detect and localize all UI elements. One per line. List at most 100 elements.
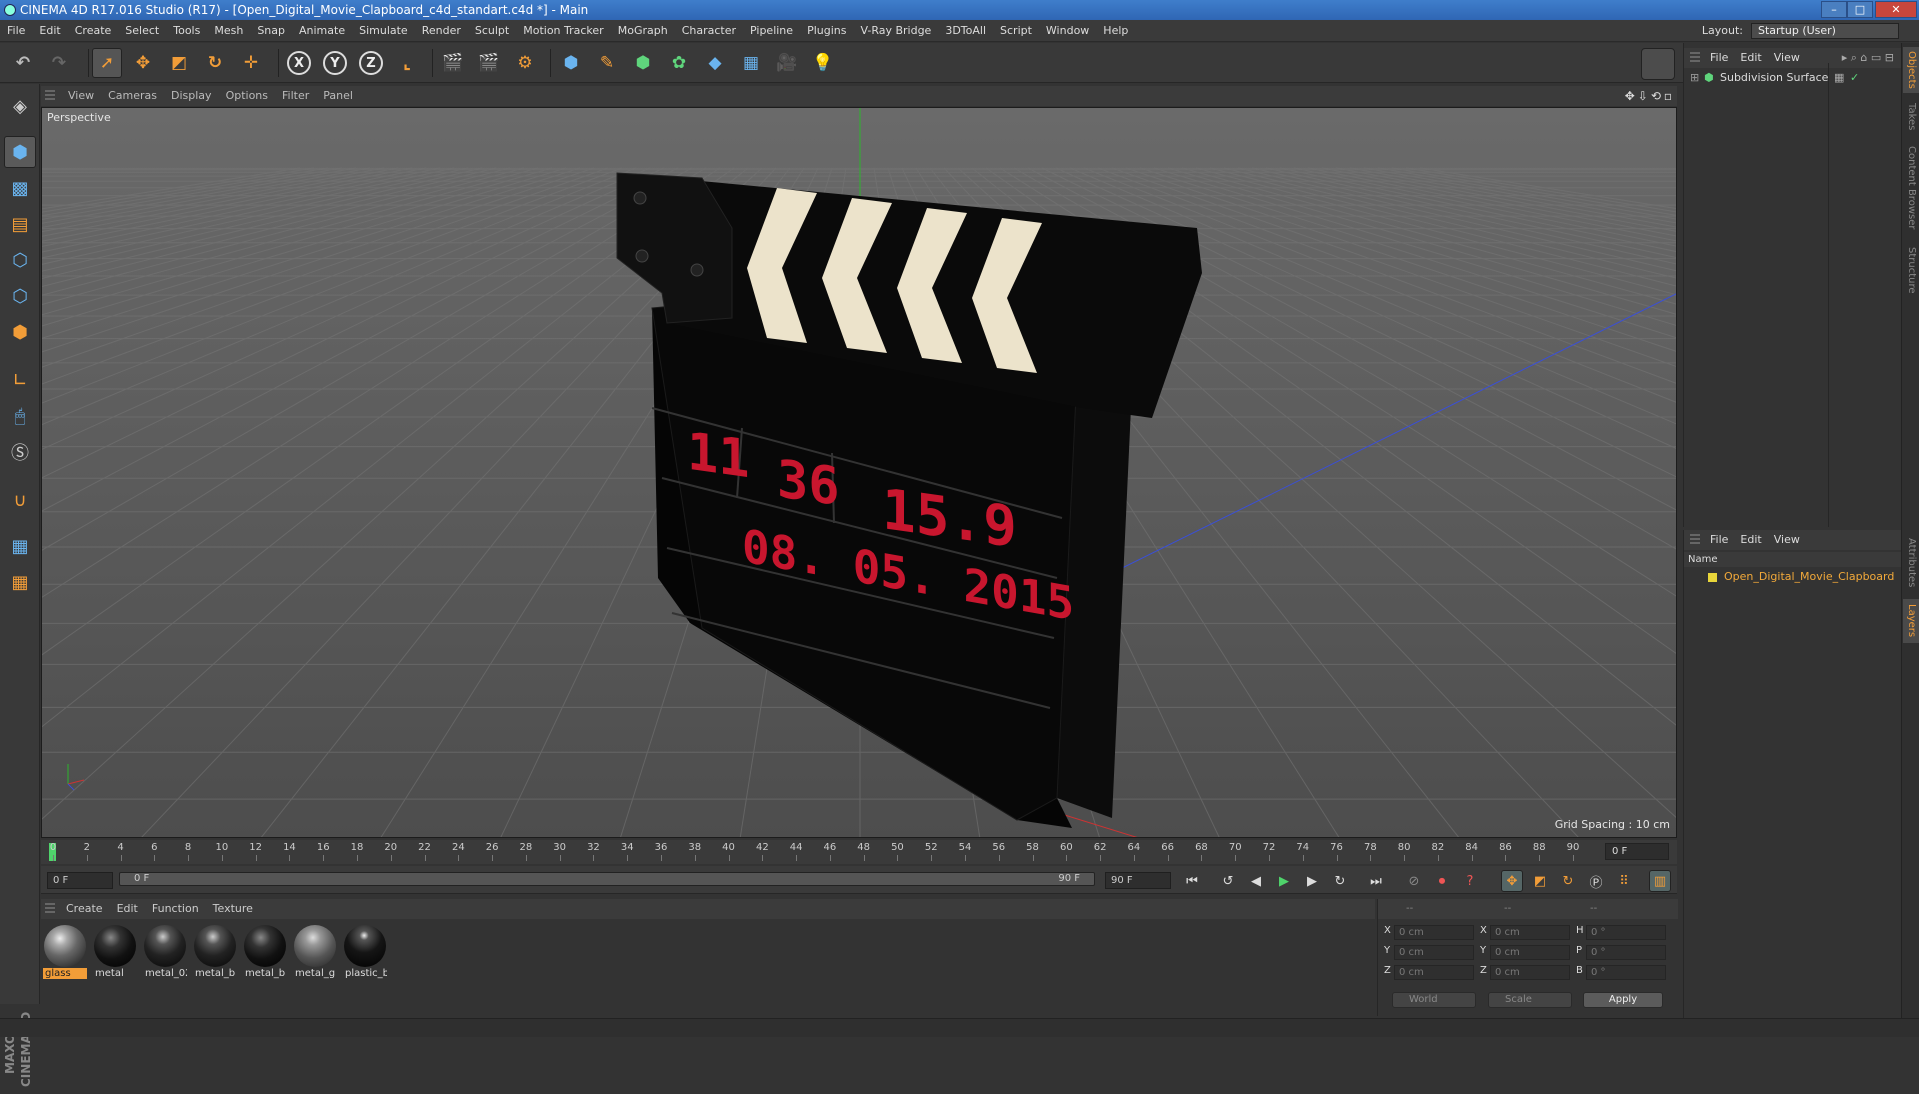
position-field[interactable]: 0 cm <box>1394 965 1474 980</box>
next-key-icon[interactable]: ↻ <box>1329 870 1351 892</box>
material-preview-icon[interactable] <box>344 925 386 967</box>
cloner-icon[interactable]: ✿ <box>664 48 694 78</box>
timeline-ruler[interactable]: 0 F 0 2 4 6 8 10 12 14 16 18 20 22 24 26 28 30 32 34 36 38 4… <box>41 840 1677 864</box>
next-frame-icon[interactable]: ▶ <box>1301 870 1323 892</box>
scale-icon[interactable]: ◩ <box>164 48 194 78</box>
key-parameter-icon[interactable]: Ⓟ <box>1585 870 1607 892</box>
go-to-start-icon[interactable]: ⏮ <box>1181 870 1203 892</box>
deformer-icon[interactable]: ◆ <box>700 48 730 78</box>
position-field[interactable]: 0 cm <box>1394 925 1474 940</box>
material-menu-texture[interactable]: Texture <box>206 899 260 919</box>
autokey-icon[interactable]: ⏺ <box>1431 870 1453 892</box>
menu-3dtoall[interactable]: 3DToAll <box>938 20 993 42</box>
layer-name[interactable]: Open_Digital_Movie_Clapboard <box>1724 570 1894 583</box>
floor-icon[interactable]: ▦ <box>736 48 766 78</box>
tab-attributes[interactable]: Attributes <box>1903 533 1919 593</box>
render-settings-icon[interactable]: ⚙ <box>510 48 540 78</box>
menu-window[interactable]: Window <box>1039 20 1096 42</box>
material-label[interactable]: metal_g <box>293 968 337 979</box>
panel-grip-icon[interactable] <box>45 903 55 915</box>
material-swatch[interactable]: metal_b <box>193 924 237 984</box>
cube-primitive-icon[interactable]: ⬢ <box>556 48 586 78</box>
workplane-mode-icon[interactable]: ▤ <box>4 208 36 240</box>
material-label[interactable]: metal_b <box>243 968 287 979</box>
layers-menu-view[interactable]: View <box>1768 530 1806 550</box>
undo-button[interactable]: ↶ <box>8 48 38 78</box>
live-selection-icon[interactable]: ➚ <box>92 48 122 78</box>
workplane-lock-icon[interactable]: ▦ <box>4 530 36 562</box>
editor-render-toggle-icon[interactable]: ▦ <box>1834 70 1844 86</box>
material-swatch[interactable]: metal_b <box>243 924 287 984</box>
menu-edit[interactable]: Edit <box>32 20 67 42</box>
previous-key-icon[interactable]: ↺ <box>1217 870 1239 892</box>
keyframe-selection-icon[interactable]: ? <box>1459 870 1481 892</box>
key-pla-icon[interactable]: ⠿ <box>1613 870 1635 892</box>
layers-menu-file[interactable]: File <box>1704 530 1734 550</box>
tweak-mode-icon[interactable]: 🖱 <box>4 400 36 432</box>
redo-button[interactable]: ↷ <box>44 48 74 78</box>
record-active-icon[interactable]: ⊘ <box>1403 870 1425 892</box>
minimize-button[interactable]: – <box>1821 1 1847 18</box>
objects-menu-view[interactable]: View <box>1768 48 1806 68</box>
menu-create[interactable]: Create <box>68 20 119 42</box>
material-label[interactable]: plastic_b <box>343 968 387 979</box>
maximize-button[interactable]: □ <box>1847 1 1873 18</box>
menu-motion-tracker[interactable]: Motion Tracker <box>516 20 610 42</box>
close-button[interactable]: ✕ <box>1875 1 1917 18</box>
magnet-icon[interactable]: ∪ <box>4 484 36 516</box>
material-preview-icon[interactable] <box>44 925 86 967</box>
start-frame-field[interactable]: 0 F <box>47 872 113 889</box>
polygons-mode-icon[interactable]: ⬢ <box>4 316 36 348</box>
menu-sculpt[interactable]: Sculpt <box>468 20 516 42</box>
rotate-icon[interactable]: ↻ <box>200 48 230 78</box>
python-script-button[interactable] <box>1641 48 1675 80</box>
y-axis-lock-button[interactable]: Y <box>320 48 350 78</box>
current-frame-field[interactable]: 0 F <box>1605 843 1669 860</box>
points-mode-icon[interactable]: ⬡ <box>4 244 36 276</box>
subdivision-surface-icon[interactable]: ⬢ <box>628 48 658 78</box>
material-menu-function[interactable]: Function <box>145 899 206 919</box>
menu-snap[interactable]: Snap <box>250 20 292 42</box>
rotation-field[interactable]: 0 ° <box>1586 925 1666 940</box>
enabled-check-icon[interactable]: ✓ <box>1850 70 1859 86</box>
coordinate-mode-dropdown[interactable]: Scale <box>1488 992 1572 1008</box>
viewport-menu-cameras[interactable]: Cameras <box>101 86 164 106</box>
material-swatch[interactable]: glass <box>43 924 87 984</box>
menu-select[interactable]: Select <box>118 20 166 42</box>
workplane-align-icon[interactable]: ▦ <box>4 566 36 598</box>
objects-menu-edit[interactable]: Edit <box>1734 48 1767 68</box>
panel-grip-icon[interactable] <box>1690 52 1700 64</box>
position-field[interactable]: 0 cm <box>1394 945 1474 960</box>
viewport-menu-filter[interactable]: Filter <box>275 86 316 106</box>
layout-dropdown[interactable]: Startup (User) <box>1751 23 1899 39</box>
viewport-menu-display[interactable]: Display <box>164 86 219 106</box>
menu-tools[interactable]: Tools <box>166 20 207 42</box>
viewport-navigation-icons[interactable]: ✥⇩⟲▫ <box>1625 89 1675 103</box>
preview-range-slider[interactable]: 0 F 90 F <box>119 872 1095 886</box>
pen-spline-icon[interactable]: ✎ <box>592 48 622 78</box>
menu-simulate[interactable]: Simulate <box>352 20 415 42</box>
coordinate-system-icon[interactable]: ⌞ <box>392 48 422 78</box>
material-label[interactable]: metal_b <box>193 968 237 979</box>
snap-icon[interactable]: Ⓢ <box>4 436 36 468</box>
material-menu-create[interactable]: Create <box>59 899 110 919</box>
menu-vray-bridge[interactable]: V-Ray Bridge <box>853 20 938 42</box>
menu-animate[interactable]: Animate <box>292 20 352 42</box>
tab-takes[interactable]: Takes <box>1903 99 1919 135</box>
z-axis-lock-button[interactable]: Z <box>356 48 386 78</box>
render-picture-viewer-icon[interactable]: 🎬 <box>474 48 504 78</box>
key-position-icon[interactable]: ✥ <box>1501 870 1523 892</box>
material-label[interactable]: glass <box>43 968 87 979</box>
layers-menu-edit[interactable]: Edit <box>1734 530 1767 550</box>
render-view-icon[interactable]: 🎬 <box>438 48 468 78</box>
material-label[interactable]: metal <box>93 968 137 979</box>
model-mode-icon[interactable]: ⬢ <box>4 136 36 168</box>
menu-plugins[interactable]: Plugins <box>800 20 853 42</box>
material-preview-icon[interactable] <box>294 925 336 967</box>
key-rotation-icon[interactable]: ↻ <box>1557 870 1579 892</box>
material-swatch[interactable]: metal_g <box>293 924 337 984</box>
transform-icon[interactable]: ✛ <box>236 48 266 78</box>
panel-grip-icon[interactable] <box>45 90 55 102</box>
tab-content-browser[interactable]: Content Browser <box>1903 141 1919 235</box>
play-icon[interactable]: ▶ <box>1273 870 1295 892</box>
